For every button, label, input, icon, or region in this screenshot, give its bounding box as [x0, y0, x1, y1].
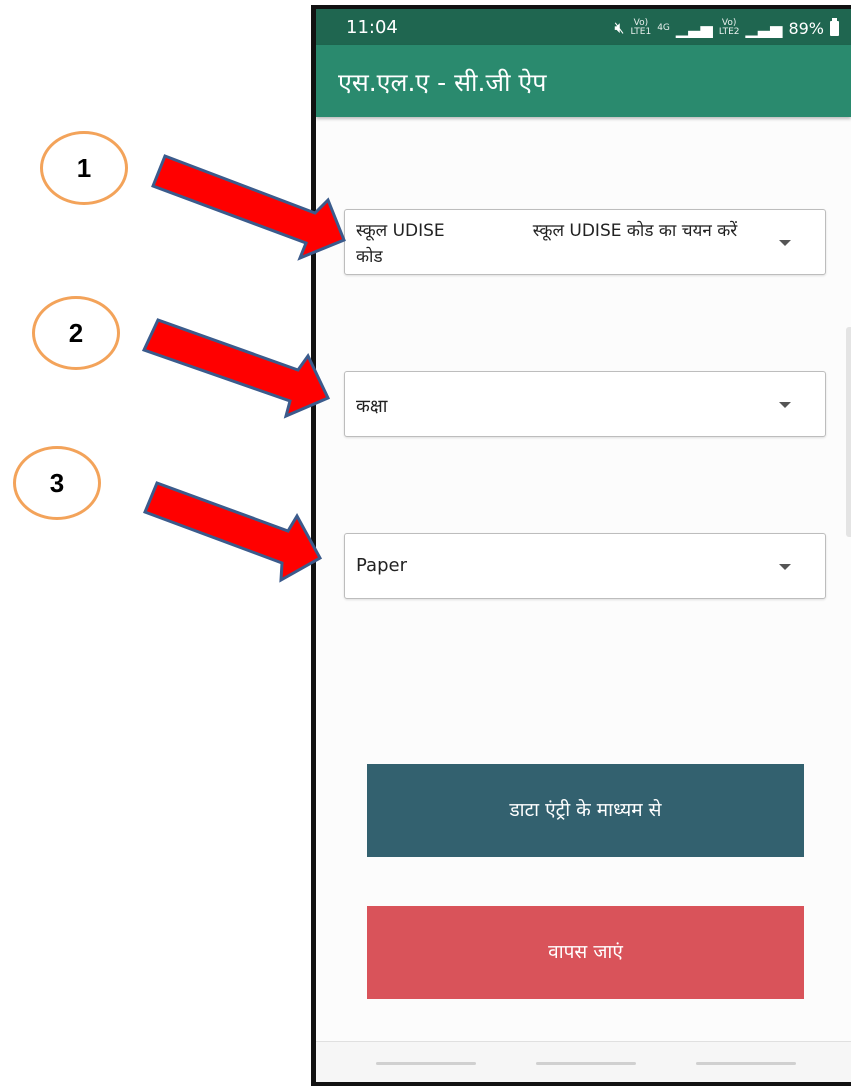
school-udise-placeholder: स्कूल UDISE कोड का चयन करें	[532, 221, 738, 241]
mute-icon: 🔇︎	[614, 18, 625, 37]
nav-back-icon[interactable]	[696, 1062, 796, 1065]
school-udise-label: स्कूल UDISE कोड	[356, 221, 445, 267]
signal-icon: ▁▃▅	[675, 18, 713, 38]
paper-dropdown[interactable]: Paper	[344, 533, 826, 599]
paper-label: Paper	[356, 555, 407, 576]
volte2-icon: Vo) LTE2	[718, 18, 740, 37]
step-3-marker: 3	[13, 446, 101, 520]
nav-recent-icon[interactable]	[376, 1062, 476, 1065]
signal2-icon: ▁▃▅	[745, 18, 783, 38]
network-type-icon: 4G	[657, 22, 670, 33]
app-bar: एस.एल.ए - सी.जी ऐप	[316, 45, 851, 117]
arrow-3-icon	[143, 481, 323, 583]
chevron-down-icon	[779, 402, 791, 408]
phone-frame: 11:04 🔇︎ Vo) LTE1 4G ▁▃▅ Vo) LTE2 ▁▃▅ 89% …	[311, 5, 851, 1086]
step-1-marker: 1	[40, 131, 128, 205]
status-time: 11:04	[346, 17, 398, 38]
volte-icon: Vo) LTE1	[630, 18, 652, 37]
battery-percent: 89%	[788, 18, 824, 38]
nav-home-icon[interactable]	[536, 1062, 636, 1065]
edge-panel-handle[interactable]	[846, 327, 851, 537]
back-button[interactable]: वापस जाएं	[367, 906, 804, 999]
school-udise-dropdown[interactable]: स्कूल UDISE कोड स्कूल UDISE कोड का चयन क…	[344, 209, 826, 275]
arrow-2-icon	[141, 318, 331, 419]
chevron-down-icon	[779, 564, 791, 570]
data-entry-button[interactable]: डाटा एंट्री के माध्यम से	[367, 764, 804, 857]
navigation-bar	[316, 1041, 851, 1082]
chevron-down-icon	[779, 240, 791, 246]
class-dropdown[interactable]: कक्षा	[344, 371, 826, 437]
battery-icon	[830, 17, 839, 36]
status-icons: 🔇︎ Vo) LTE1 4G ▁▃▅ Vo) LTE2 ▁▃▅ 89%	[614, 17, 839, 38]
step-2-marker: 2	[32, 296, 120, 370]
app-screen: 11:04 🔇︎ Vo) LTE1 4G ▁▃▅ Vo) LTE2 ▁▃▅ 89% …	[316, 9, 851, 1082]
class-label: कक्षा	[356, 396, 388, 417]
app-title: एस.एल.ए - सी.जी ऐप	[338, 68, 547, 97]
status-bar: 11:04 🔇︎ Vo) LTE1 4G ▁▃▅ Vo) LTE2 ▁▃▅ 89%	[316, 9, 851, 45]
